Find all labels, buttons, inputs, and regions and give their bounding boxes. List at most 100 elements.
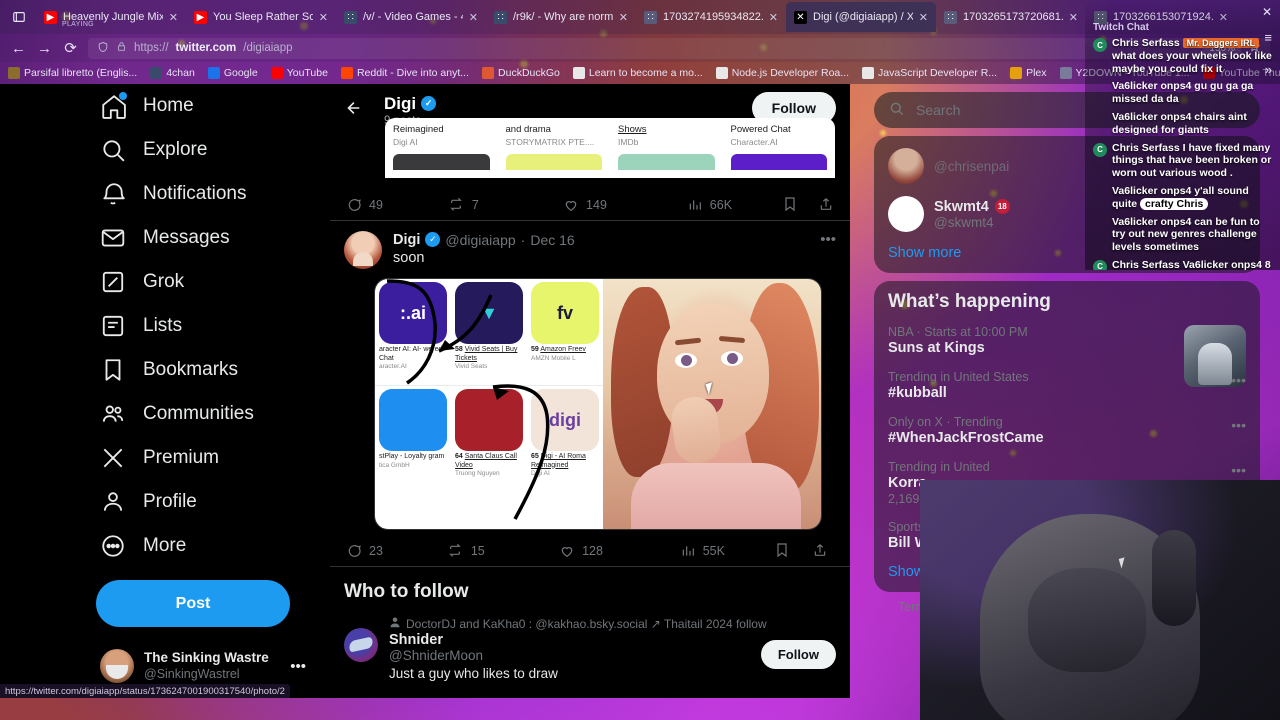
tweet-date[interactable]: Dec 16: [530, 232, 574, 248]
tab-close-icon[interactable]: ✕: [619, 11, 628, 24]
previous-tweet-card[interactable]: Reimagined Digi AI and drama STORYMATRIX PT…: [385, 118, 835, 178]
chat-username[interactable]: Va6licker onps4: [1112, 185, 1191, 197]
webcam-video-overlay[interactable]: [920, 480, 1280, 720]
reply-action[interactable]: 49: [346, 197, 449, 213]
chat-username[interactable]: Chris Serfass: [1112, 37, 1180, 49]
follow-button-suggestion[interactable]: Follow: [760, 640, 836, 669]
suggested-user-avatar[interactable]: [344, 628, 378, 662]
tab-close-icon[interactable]: ✕: [319, 11, 328, 24]
share-icon[interactable]: [812, 542, 828, 561]
trend-menu-icon[interactable]: •••: [1231, 372, 1246, 388]
reload-button[interactable]: ⟳: [62, 39, 79, 57]
app-cell[interactable]: :.ai aracter AI: AI- wered Chat aracter.A…: [375, 279, 451, 385]
chat-username[interactable]: Chris Serfass: [1112, 142, 1180, 154]
tweet-media[interactable]: :.ai aracter AI: AI- wered Chat aracter.A…: [374, 278, 822, 530]
card-column-3[interactable]: Powered Chat Character.AI: [723, 118, 836, 178]
browser-tab-6[interactable]: ∷ 1703265173720681.png (PN ✕: [936, 2, 1086, 32]
chat-username[interactable]: Va6licker onps4: [1112, 216, 1191, 228]
sidebar-item-profile[interactable]: Profile: [0, 480, 330, 524]
tab-favicon: ✕: [794, 10, 807, 24]
sidebar-item-lists[interactable]: Lists: [0, 304, 330, 348]
tweet[interactable]: Digi ✓ @digiaiapp · Dec 16 ••• soon :.ai…: [330, 221, 850, 566]
tweet-menu-icon[interactable]: •••: [820, 231, 836, 248]
bookmark-8[interactable]: JavaScript Developer R...: [862, 67, 997, 79]
share-icon[interactable]: [818, 196, 834, 215]
views-action[interactable]: 66K: [687, 197, 782, 213]
app-cell[interactable]: 64 Santa Claus Call Video Truong Nguyen: [451, 386, 527, 491]
card-column-2[interactable]: Shows IMDb: [610, 118, 723, 178]
chat-menu-icon[interactable]: ≡: [1264, 30, 1272, 45]
back-button[interactable]: ←: [10, 40, 27, 57]
bookmark-0[interactable]: Parsifal libretto (Englis...: [8, 67, 137, 79]
bookmark-icon[interactable]: [782, 196, 798, 215]
shield-icon[interactable]: [97, 41, 109, 56]
tab-close-icon[interactable]: ✕: [1069, 11, 1078, 24]
sidebar-item-messages[interactable]: Messages: [0, 216, 330, 260]
bookmark-2[interactable]: Google: [207, 67, 258, 79]
bookmark-9[interactable]: Plex: [1010, 67, 1047, 79]
bookmark-icon[interactable]: [774, 542, 790, 561]
views-action[interactable]: 55K: [680, 543, 774, 559]
forward-button[interactable]: →: [36, 40, 53, 57]
app-cell[interactable]: ▼ 58 Vivid Seats | Buy Tickets Vivid Seats: [451, 279, 527, 385]
browser-tab-5[interactable]: ✕ Digi (@digiaiapp) / X ✕: [786, 2, 936, 32]
sidebar-item-more[interactable]: More: [0, 524, 330, 568]
tab-close-icon[interactable]: ✕: [919, 11, 928, 24]
suggestion-handle[interactable]: @skwmt4: [934, 215, 1010, 230]
trend-item-0[interactable]: NBA · Starts at 10:00 PM Suns at Kings: [888, 317, 1246, 387]
chat-username[interactable]: Va6licker onps4: [1112, 111, 1191, 123]
bookmark-1[interactable]: 4chan: [150, 67, 195, 79]
sidebar-item-notifications[interactable]: Notifications: [0, 172, 330, 216]
like-action[interactable]: 128: [559, 543, 680, 559]
bookmark-6[interactable]: Learn to become a mo...: [572, 67, 703, 79]
sidebar-item-communities[interactable]: Communities: [0, 392, 330, 436]
back-arrow-icon[interactable]: [344, 99, 362, 122]
browser-tab-3[interactable]: ∷ /r9k/ - Why are normies so ✕: [486, 2, 636, 32]
sidebar-item-premium[interactable]: Premium: [0, 436, 330, 480]
list-all-tabs-icon[interactable]: [6, 4, 32, 30]
bookmark-3[interactable]: YouTube: [270, 67, 328, 79]
chat-close-icon[interactable]: ✕: [1262, 5, 1272, 19]
trend-menu-icon[interactable]: •••: [1231, 417, 1246, 433]
card-column-1[interactable]: and drama STORYMATRIX PTE....: [498, 118, 611, 178]
account-switcher[interactable]: The Sinking Wastre @SinkingWastrel •••: [100, 649, 330, 683]
browser-tab-4[interactable]: ∷ 1703274195934822.jpg (JP ✕: [636, 2, 786, 32]
tab-close-icon[interactable]: ✕: [769, 11, 778, 24]
tweet-author-name[interactable]: Digi: [393, 232, 420, 248]
app-cell[interactable]: digi 65 Digi - AI Roma Reimagined Digi AI: [527, 386, 603, 491]
sidebar-item-home[interactable]: Home: [0, 84, 330, 128]
tweet-avatar[interactable]: [344, 231, 382, 269]
app-cell[interactable]: fv 59 Amazon Freev AMZN Mobile L: [527, 279, 603, 385]
suggestion-name[interactable]: Skwmt4: [934, 199, 989, 215]
sidebar-item-grok[interactable]: Grok: [0, 260, 330, 304]
reply-action[interactable]: 23: [346, 543, 448, 559]
trend-item-2[interactable]: Only on X · Trending #WhenJackFrostCame ••…: [888, 407, 1246, 452]
post-button[interactable]: Post: [96, 580, 290, 627]
bookmark-4[interactable]: Reddit - Dive into anyt...: [340, 67, 469, 79]
chat-username[interactable]: Va6licker onps4: [1112, 80, 1191, 92]
app-store-screenshot[interactable]: :.ai aracter AI: AI- wered Chat aracter.A…: [375, 279, 603, 529]
trend-item-1[interactable]: Trending in United States #kubball •••: [888, 362, 1246, 407]
app-cell[interactable]: stPlay - Loyalty gram tica GmbH: [375, 386, 451, 491]
tweet-author-handle[interactable]: @digiaiapp: [445, 232, 515, 248]
trend-menu-icon[interactable]: •••: [1231, 462, 1246, 478]
sidebar-item-bookmarks[interactable]: Bookmarks: [0, 348, 330, 392]
tab-close-icon[interactable]: ✕: [169, 11, 178, 24]
digi-character-image[interactable]: [603, 279, 821, 529]
tab-close-icon[interactable]: ✕: [469, 11, 478, 24]
repost-action[interactable]: 15: [448, 543, 559, 559]
repost-action[interactable]: 7: [449, 197, 563, 213]
who-to-follow-item[interactable]: DoctorDJ and KaKha0 : @kakhao.bsky.socia…: [344, 616, 836, 681]
lock-icon[interactable]: [116, 41, 127, 55]
browser-tab-2[interactable]: ∷ /v/ - Video Games - 4chan ✕: [336, 2, 486, 32]
browser-tab-0[interactable]: ▶Heavenly Jungle Mix 3 - YoPLAYING✕: [36, 2, 186, 32]
bookmark-7[interactable]: Node.js Developer Roa...: [715, 67, 849, 79]
bookmark-5[interactable]: DuckDuckGo: [482, 67, 560, 79]
chat-username[interactable]: Chris Serfass: [1112, 259, 1180, 270]
card-column-0[interactable]: Reimagined Digi AI: [385, 118, 498, 178]
sidebar-item-explore[interactable]: Explore: [0, 128, 330, 172]
account-menu-icon[interactable]: •••: [290, 658, 306, 675]
like-action[interactable]: 149: [563, 197, 687, 213]
browser-tab-1[interactable]: ▶ You Sleep Rather Soundly | ✕: [186, 2, 336, 32]
chat-expand-icon[interactable]: »: [1265, 62, 1272, 77]
